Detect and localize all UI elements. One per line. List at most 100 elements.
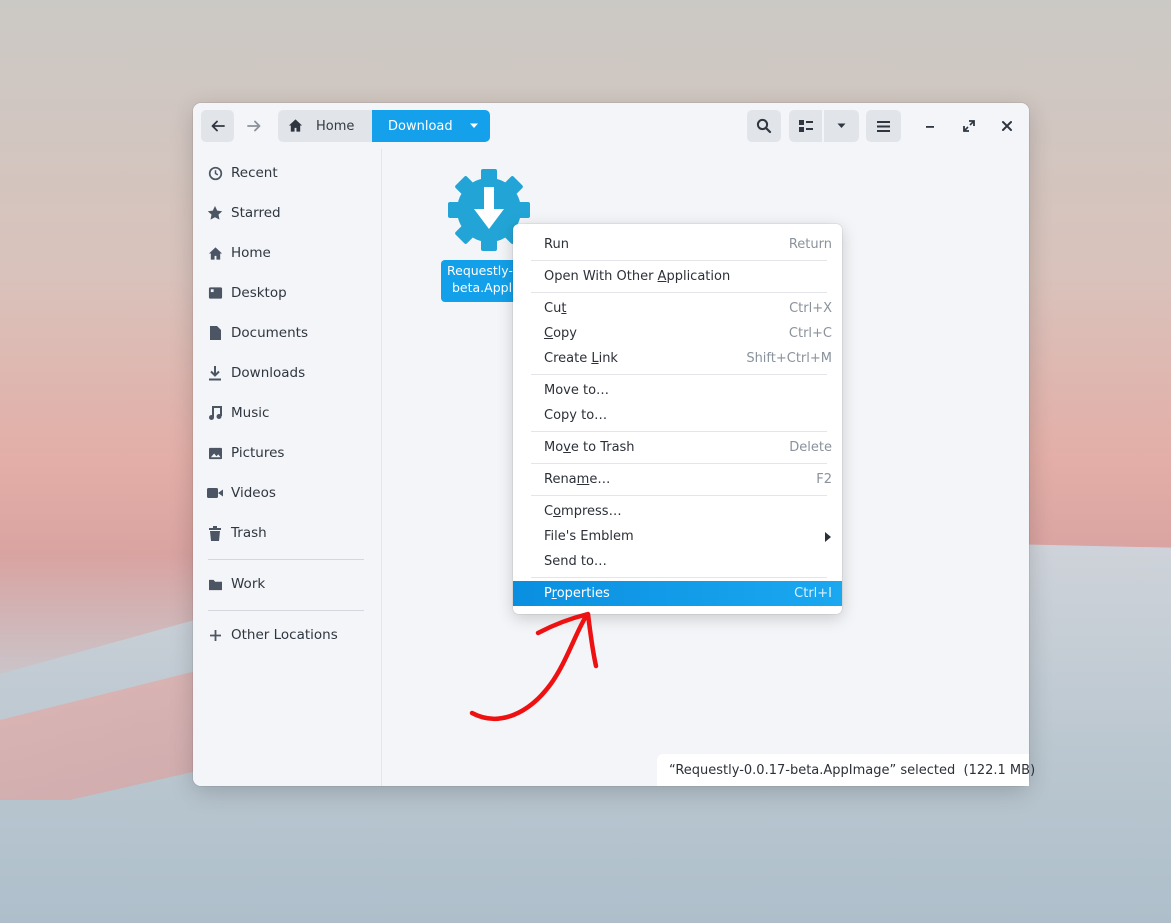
plus-icon <box>207 627 223 643</box>
annotation-arrow <box>469 611 599 721</box>
menu-item-accelerator: Ctrl+I <box>794 586 832 601</box>
menu-item-label: Open With Other Application <box>544 269 731 284</box>
sidebar-item-label: Downloads <box>231 365 306 381</box>
minimize-button[interactable] <box>913 110 947 142</box>
menu-item[interactable]: Run Return <box>513 232 842 257</box>
menu-item-label: Move to Trash <box>544 440 635 455</box>
sidebar-divider <box>208 559 364 560</box>
arrow-right-icon <box>246 120 260 132</box>
video-icon <box>207 485 223 501</box>
menu-item-label: Cut <box>544 301 567 316</box>
menu-item-label: Send to… <box>544 554 607 569</box>
sidebar-item-home[interactable]: Home <box>193 233 381 273</box>
trash-icon <box>207 525 223 541</box>
sidebar-item-music[interactable]: Music <box>193 393 381 433</box>
music-icon <box>207 405 223 421</box>
menu-separator <box>531 260 827 261</box>
menu-item-accelerator: Return <box>788 237 832 252</box>
menu-item[interactable]: Cut Ctrl+X <box>513 296 842 321</box>
sidebar-item-label: Home <box>231 245 271 261</box>
breadcrumb-download-label: Download <box>388 118 453 134</box>
sidebar-item-recent[interactable]: Recent <box>193 153 381 193</box>
folder-icon <box>207 576 223 592</box>
menu-item[interactable]: Copy Ctrl+C <box>513 321 842 346</box>
download-icon <box>207 365 223 381</box>
back-button[interactable] <box>201 110 234 142</box>
menu-item-label: Compress… <box>544 504 622 519</box>
menu-separator <box>531 463 827 464</box>
menu-separator <box>531 292 827 293</box>
menu-item-label: Copy to… <box>544 408 608 423</box>
places-sidebar: Recent Starred Home Desktop Documents Do… <box>193 149 382 786</box>
sidebar-item-pictures[interactable]: Pictures <box>193 433 381 473</box>
menu-separator <box>531 495 827 496</box>
minimize-icon <box>926 126 934 128</box>
view-options-button[interactable] <box>824 110 859 142</box>
menu-item-accelerator: Delete <box>789 440 832 455</box>
menu-item[interactable]: File's Emblem <box>513 524 842 549</box>
document-icon <box>207 325 223 341</box>
menu-separator <box>531 374 827 375</box>
menu-item-label: Create Link <box>544 351 618 366</box>
sidebar-item-trash[interactable]: Trash <box>193 513 381 553</box>
sidebar-divider <box>208 610 364 611</box>
context-menu: Run Return Open With Other Application Cut C… <box>513 224 842 614</box>
breadcrumb-home[interactable]: Home <box>278 110 372 142</box>
sidebar-item-label: Documents <box>231 325 308 341</box>
sidebar-item-videos[interactable]: Videos <box>193 473 381 513</box>
close-icon <box>1002 121 1012 131</box>
hamburger-icon <box>877 120 890 132</box>
sidebar-item-downloads[interactable]: Downloads <box>193 353 381 393</box>
menu-item[interactable]: Compress… <box>513 499 842 524</box>
maximize-icon <box>963 120 975 132</box>
submenu-arrow-icon <box>825 531 831 542</box>
sidebar-item-starred[interactable]: Starred <box>193 193 381 233</box>
menu-item-label: Copy <box>544 326 577 341</box>
close-button[interactable] <box>990 110 1024 142</box>
menu-item-accelerator: Shift+Ctrl+M <box>746 351 832 366</box>
menu-item-label: File's Emblem <box>544 529 634 544</box>
home-icon <box>288 119 303 132</box>
arrow-left-icon <box>211 120 225 132</box>
view-toggle-button[interactable] <box>789 110 822 142</box>
maximize-button[interactable] <box>952 110 986 142</box>
search-button[interactable] <box>747 110 781 142</box>
breadcrumb-download[interactable]: Download <box>372 110 490 142</box>
menu-item-label: Properties <box>544 586 610 601</box>
menu-item-label: Move to… <box>544 383 610 398</box>
sidebar-item-desktop[interactable]: Desktop <box>193 273 381 313</box>
sidebar-item-label: Starred <box>231 205 281 221</box>
star-icon <box>207 205 223 221</box>
main-menu-button[interactable] <box>866 110 901 142</box>
sidebar-item-work[interactable]: Work <box>193 564 381 604</box>
menu-item[interactable]: Move to… <box>513 378 842 403</box>
menu-item-accelerator: Ctrl+X <box>789 301 832 316</box>
sidebar-item-label: Pictures <box>231 445 285 461</box>
desktop-icon <box>207 285 223 301</box>
chevron-down-icon[interactable] <box>469 122 479 130</box>
menu-item-accelerator: F2 <box>816 472 832 487</box>
menu-item[interactable]: Rename… F2 <box>513 467 842 492</box>
menu-item-label: Rename… <box>544 472 611 487</box>
sidebar-item-label: Desktop <box>231 285 287 301</box>
menu-item[interactable]: Send to… <box>513 549 842 574</box>
menu-item[interactable]: Open With Other Application <box>513 264 842 289</box>
breadcrumb-home-label: Home <box>316 118 355 134</box>
status-bar: “Requestly-0.0.17-beta.AppImage” selecte… <box>657 754 1035 786</box>
menu-item[interactable]: Create Link Shift+Ctrl+M <box>513 346 842 371</box>
sidebar-item-label: Work <box>231 576 266 592</box>
home-icon <box>207 245 223 261</box>
menu-separator <box>531 431 827 432</box>
menu-item[interactable]: Move to Trash Delete <box>513 435 842 460</box>
sidebar-item-label: Music <box>231 405 270 421</box>
menu-item[interactable]: Copy to… <box>513 403 842 428</box>
sidebar-item-documents[interactable]: Documents <box>193 313 381 353</box>
list-view-icon <box>798 120 813 132</box>
picture-icon <box>207 445 223 461</box>
chevron-down-icon <box>837 123 846 128</box>
menu-item-label: Run <box>544 237 569 252</box>
sidebar-item-other-locations[interactable]: Other Locations <box>193 615 381 655</box>
menu-item-accelerator: Ctrl+C <box>788 326 832 341</box>
forward-button[interactable] <box>237 110 270 142</box>
search-icon <box>756 118 772 134</box>
